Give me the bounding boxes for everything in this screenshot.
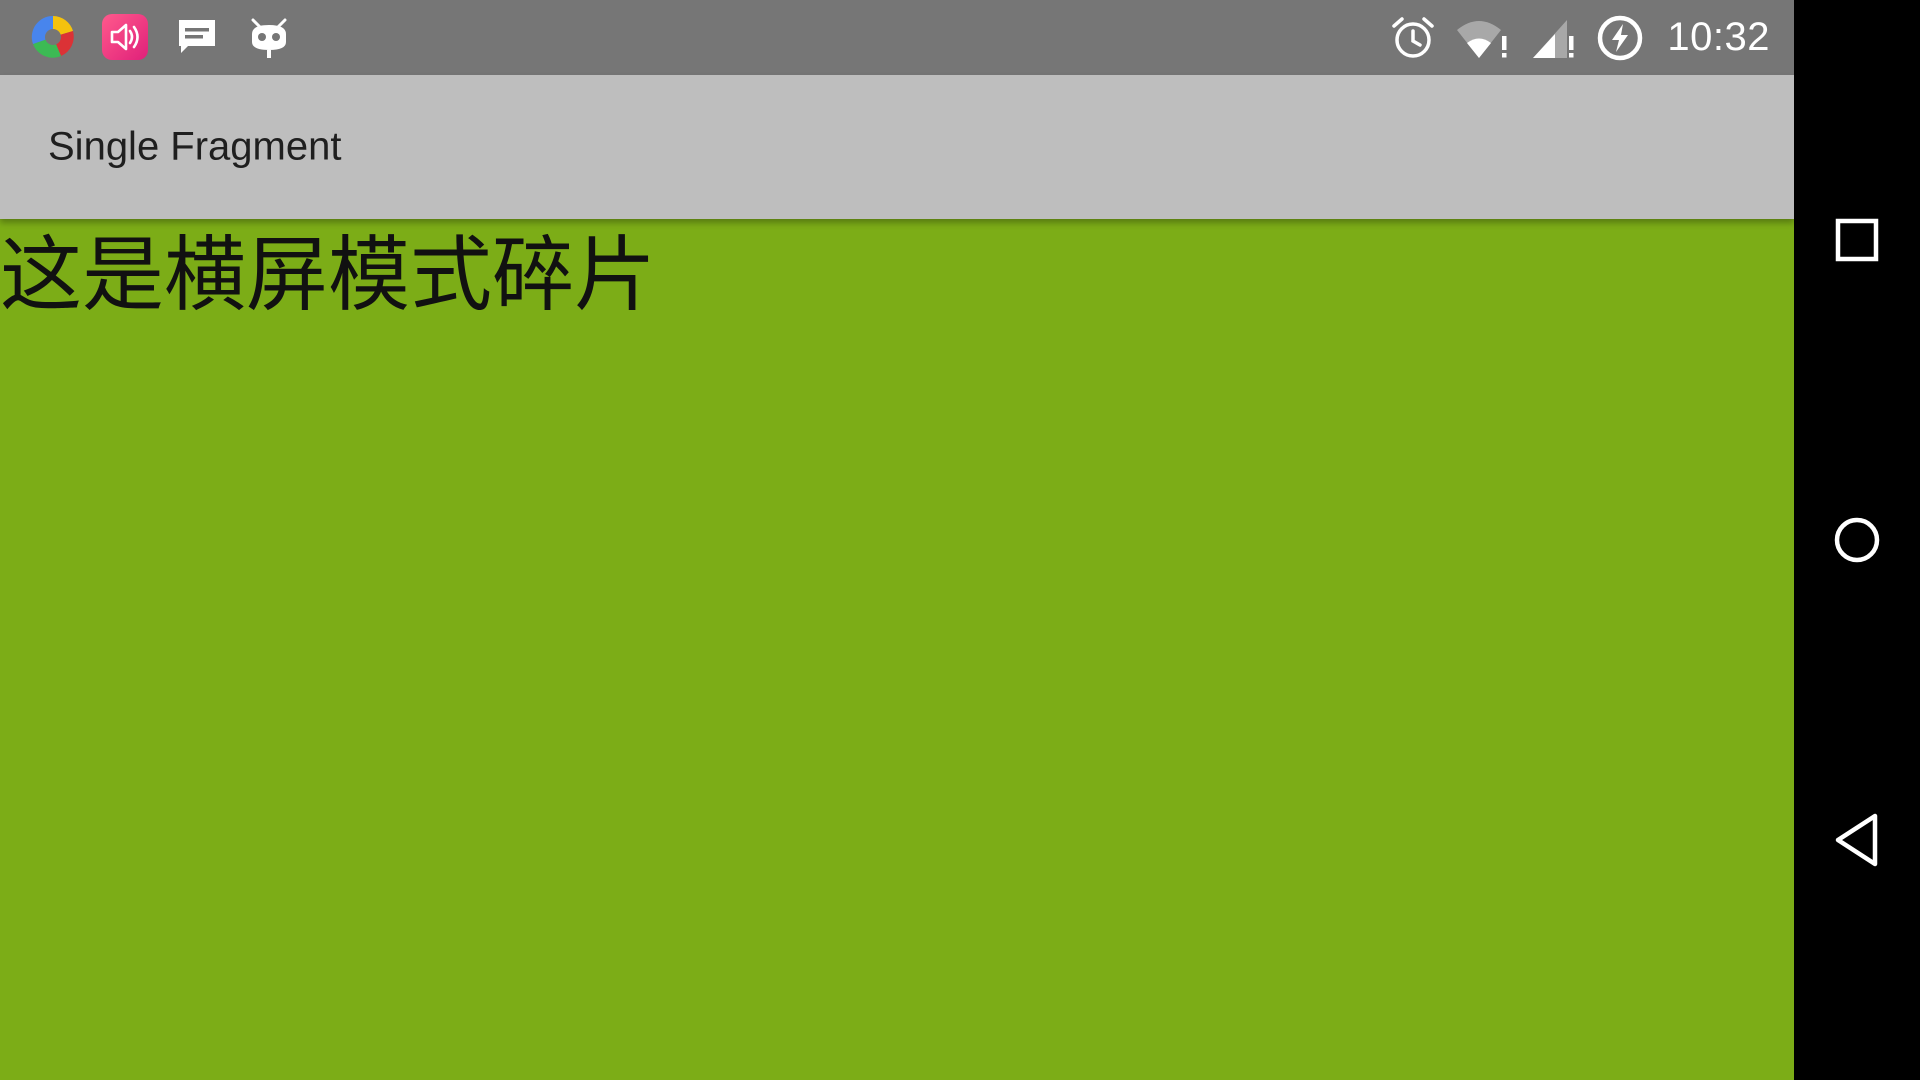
wifi-alert-icon — [1457, 20, 1507, 58]
signal-alert-icon — [1533, 19, 1574, 58]
status-bar: 10:32 — [0, 0, 1794, 75]
system-indicators: 10:32 — [1389, 10, 1770, 65]
toolbar-title: Single Fragment — [48, 124, 342, 169]
navigation-bar — [1794, 0, 1920, 1080]
fragment-container: 这是横屏模式碎片 — [0, 219, 1794, 1080]
color-circle-icon — [31, 15, 74, 58]
status-clock: 10:32 — [1667, 15, 1770, 59]
message-icon — [179, 20, 215, 53]
home-icon — [1834, 517, 1880, 563]
speaker-icon — [102, 14, 148, 60]
recents-icon — [1835, 218, 1879, 262]
home-button[interactable] — [1794, 485, 1920, 595]
back-button[interactable] — [1794, 785, 1920, 895]
notification-icons — [28, 12, 294, 62]
fragment-text: 这是横屏模式碎片 — [0, 228, 657, 323]
android-cat-icon — [251, 18, 287, 58]
app-window: 10:32 Single Fragment 这是横屏模式碎片 — [0, 0, 1794, 1080]
back-icon — [1835, 813, 1878, 867]
recents-button[interactable] — [1794, 185, 1920, 295]
battery-charging-icon — [1598, 15, 1643, 60]
alarm-icon — [1392, 16, 1435, 58]
app-toolbar: Single Fragment — [0, 75, 1794, 219]
